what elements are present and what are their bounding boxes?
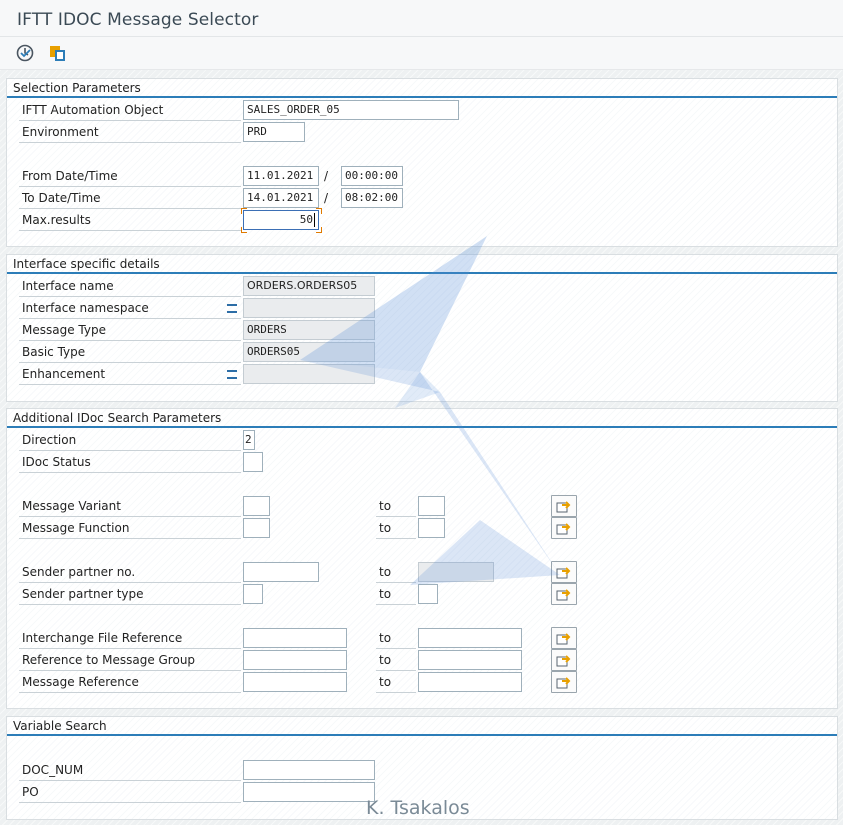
message-type-label: Message Type <box>19 320 241 341</box>
max-results-input[interactable]: 50 <box>243 210 319 230</box>
ref-message-group-to-input[interactable] <box>418 650 522 670</box>
to-label: to <box>376 562 416 583</box>
message-variant-to-input[interactable] <box>418 496 445 516</box>
message-function-label: Message Function <box>19 518 241 539</box>
text-cursor <box>314 213 315 227</box>
focus-corner <box>241 227 247 233</box>
from-date-input[interactable]: 11.01.2021 <box>243 166 319 186</box>
ref-message-group-from-input[interactable] <box>243 650 347 670</box>
idoc-status-input[interactable] <box>243 452 263 472</box>
message-type-field: ORDERS <box>243 320 375 340</box>
focus-corner <box>316 227 322 233</box>
group-title: Interface specific details <box>13 257 160 271</box>
enhancement-field <box>243 364 375 384</box>
sender-partner-no-from-input[interactable] <box>243 562 319 582</box>
interface-namespace-label: Interface namespace <box>19 298 241 319</box>
automation-object-input[interactable]: SALES_ORDER_05 <box>243 100 459 120</box>
message-function-to-input[interactable] <box>418 518 445 538</box>
to-label: to <box>376 672 416 693</box>
to-datetime-label: To Date/Time <box>19 188 241 209</box>
enhancement-label: Enhancement <box>19 364 241 385</box>
group-divider <box>7 96 837 98</box>
multiple-selection-button[interactable] <box>551 649 577 671</box>
multiple-selection-arrow-icon <box>556 567 571 579</box>
sender-partner-no-label: Sender partner no. <box>19 562 241 583</box>
multiple-selection-arrow-icon <box>556 677 571 689</box>
window-title: IFTT IDOC Message Selector <box>17 10 259 30</box>
multiple-selection-button[interactable] <box>551 495 577 517</box>
direction-input[interactable]: 2 <box>243 430 255 450</box>
doc-num-input[interactable] <box>243 760 375 780</box>
group-divider <box>7 272 837 274</box>
group-divider <box>7 734 837 736</box>
message-reference-to-input[interactable] <box>418 672 522 692</box>
sender-partner-type-label: Sender partner type <box>19 584 241 605</box>
sender-partner-type-to-input[interactable] <box>418 584 438 604</box>
multiple-selection-button[interactable] <box>551 517 577 539</box>
message-variant-label: Message Variant <box>19 496 241 517</box>
multiple-selection-arrow-icon <box>556 523 571 535</box>
po-label: PO <box>19 782 241 803</box>
get-variant-button[interactable] <box>48 43 68 63</box>
to-label: to <box>376 584 416 605</box>
message-reference-label: Message Reference <box>19 672 241 693</box>
focus-corner <box>316 208 322 214</box>
equals-option-icon[interactable] <box>227 304 237 313</box>
environment-input[interactable]: PRD <box>243 122 305 142</box>
to-time-input[interactable]: 08:02:00 <box>341 188 403 208</box>
from-datetime-label: From Date/Time <box>19 166 241 187</box>
from-time-input[interactable]: 00:00:00 <box>341 166 403 186</box>
interface-name-field: ORDERS.ORDERS05 <box>243 276 375 296</box>
multiple-selection-arrow-icon <box>556 655 571 667</box>
message-function-from-input[interactable] <box>243 518 270 538</box>
ref-message-group-label: Reference to Message Group <box>19 650 241 671</box>
message-variant-from-input[interactable] <box>243 496 270 516</box>
to-label: to <box>376 650 416 671</box>
group-title: Selection Parameters <box>13 81 141 95</box>
group-divider <box>7 426 837 428</box>
get-variant-icon <box>50 46 65 61</box>
automation-object-label: IFTT Automation Object <box>19 100 241 121</box>
interface-name-label: Interface name <box>19 276 241 297</box>
multiple-selection-arrow-icon <box>556 501 571 513</box>
sender-partner-no-to-input[interactable] <box>418 562 494 582</box>
doc-num-label: DOC_NUM <box>19 760 241 781</box>
interchange-file-ref-to-input[interactable] <box>418 628 522 648</box>
group-title: Additional IDoc Search Parameters <box>13 411 222 425</box>
multiple-selection-button[interactable] <box>551 627 577 649</box>
execute-button[interactable] <box>15 43 35 63</box>
idoc-status-label: IDoc Status <box>19 452 241 473</box>
sender-partner-type-from-input[interactable] <box>243 584 263 604</box>
author-watermark: K. Tsakalos <box>366 797 470 819</box>
basic-type-label: Basic Type <box>19 342 241 363</box>
to-date-input[interactable]: 14.01.2021 <box>243 188 319 208</box>
to-label: to <box>376 628 416 649</box>
group-title: Variable Search <box>13 719 107 733</box>
to-label: to <box>376 518 416 539</box>
multiple-selection-button[interactable] <box>551 561 577 583</box>
environment-label: Environment <box>19 122 241 143</box>
interchange-file-ref-label: Interchange File Reference <box>19 628 241 649</box>
multiple-selection-button[interactable] <box>551 583 577 605</box>
po-input[interactable] <box>243 782 375 802</box>
equals-option-icon[interactable] <box>227 370 237 379</box>
max-results-value: 50 <box>299 213 313 226</box>
multiple-selection-arrow-icon <box>556 589 571 601</box>
to-label: to <box>376 496 416 517</box>
direction-label: Direction <box>19 430 241 451</box>
application-toolbar <box>0 37 843 70</box>
interchange-file-ref-from-input[interactable] <box>243 628 347 648</box>
title-bar: IFTT IDOC Message Selector <box>0 0 843 37</box>
focus-corner <box>241 208 247 214</box>
message-reference-from-input[interactable] <box>243 672 347 692</box>
multiple-selection-arrow-icon <box>556 633 571 645</box>
max-results-label: Max.results <box>19 210 241 231</box>
execute-clock-icon <box>16 44 34 62</box>
date-time-separator: / <box>324 191 329 205</box>
basic-type-field: ORDERS05 <box>243 342 375 362</box>
multiple-selection-button[interactable] <box>551 671 577 693</box>
date-time-separator: / <box>324 169 329 183</box>
interface-namespace-field <box>243 298 375 318</box>
